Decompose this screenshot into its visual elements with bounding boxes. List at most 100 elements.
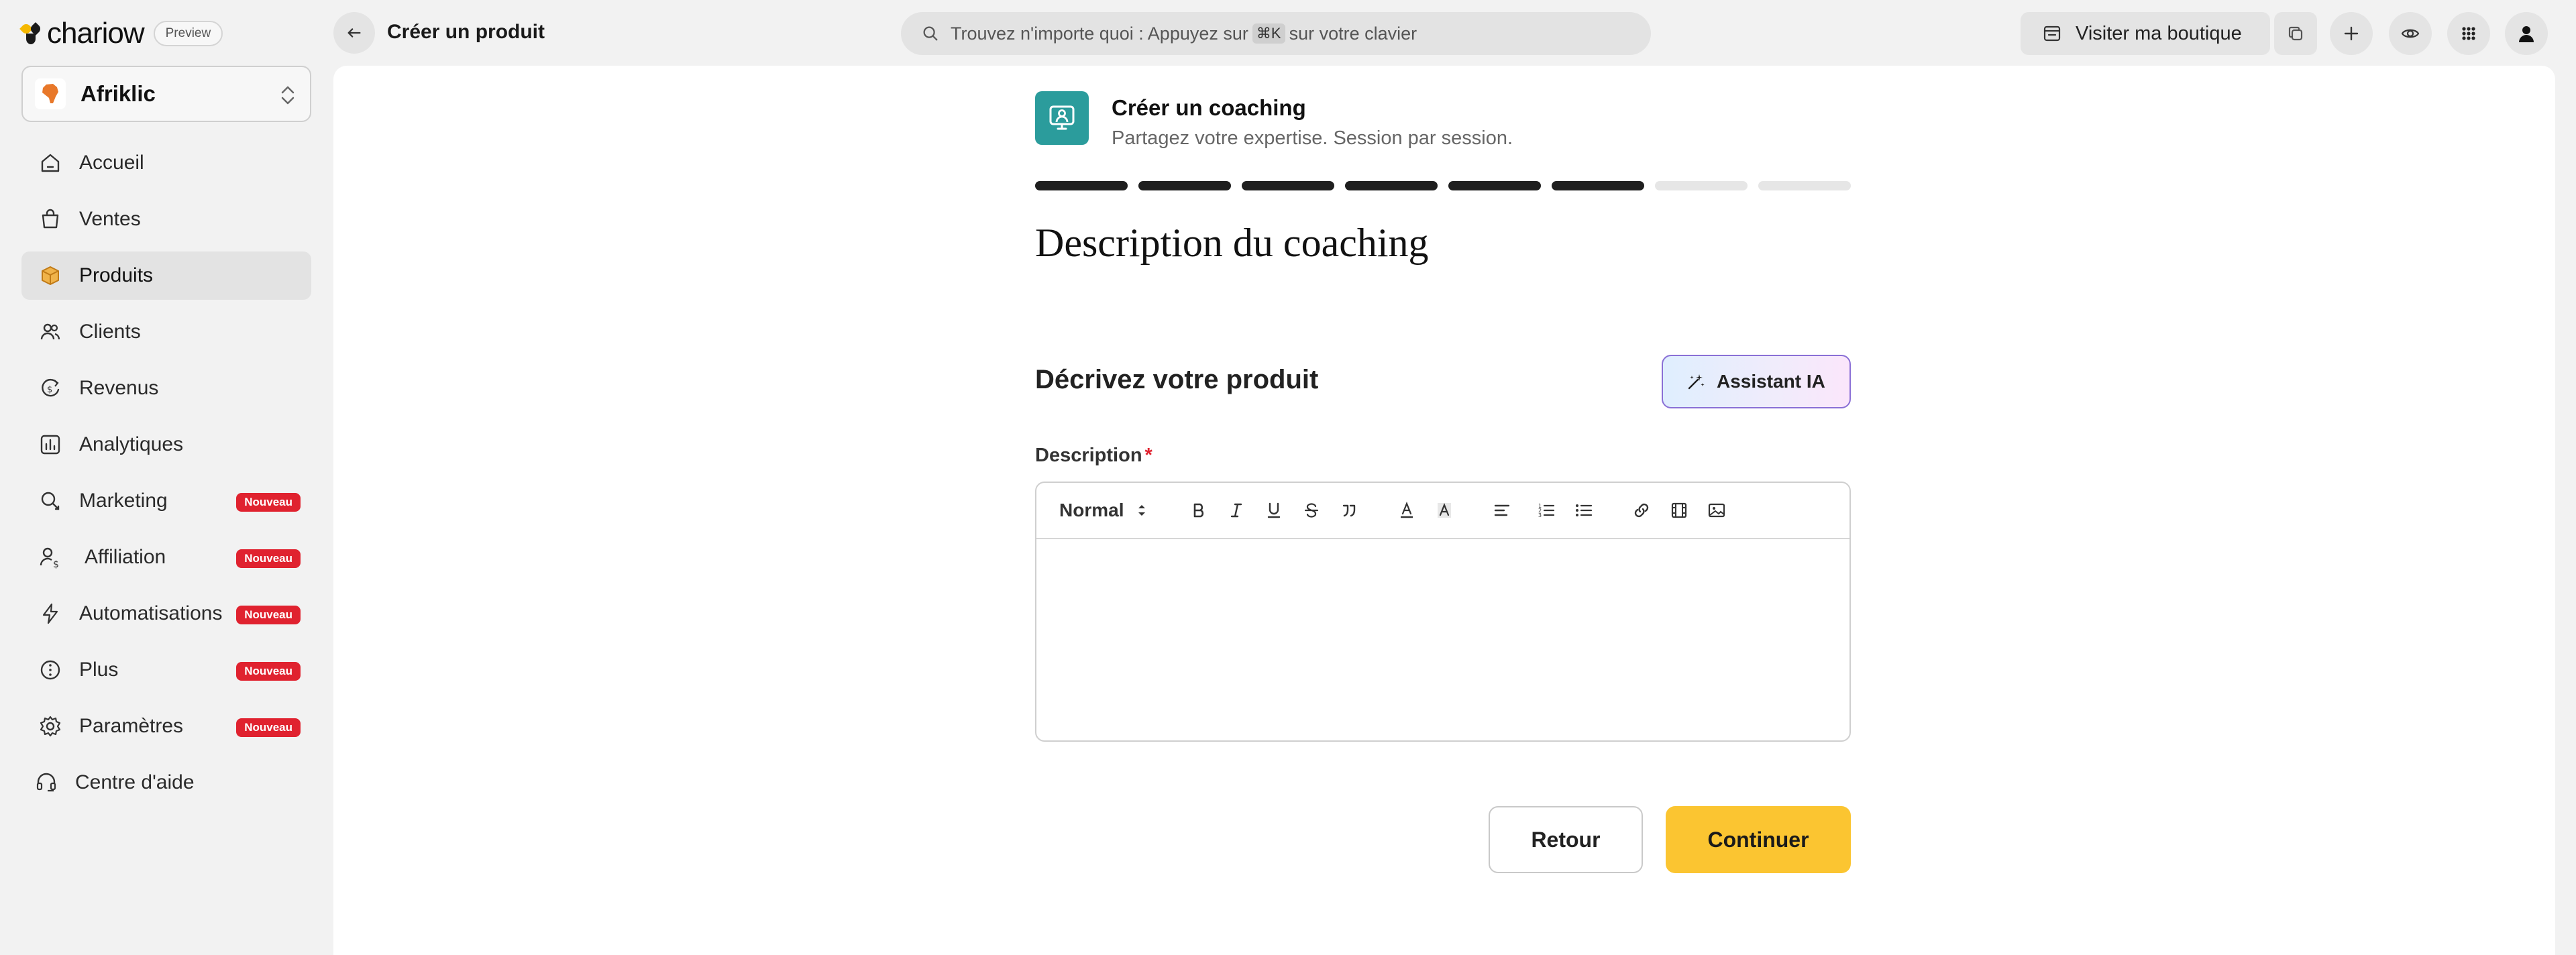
back-button[interactable] (333, 12, 375, 54)
sidebar-item-automatisations[interactable]: Automatisations Nouveau (21, 589, 311, 638)
ordered-list-button[interactable]: 123 (1527, 494, 1565, 527)
bold-button[interactable] (1180, 494, 1218, 527)
quote-icon (1342, 504, 1356, 517)
sidebar-item-affiliation[interactable]: $ Affiliation Nouveau (21, 533, 311, 581)
sidebar-item-revenus[interactable]: $ Revenus (21, 364, 311, 412)
sidebar-item-marketing[interactable]: Marketing Nouveau (21, 477, 311, 525)
link-button[interactable] (1623, 494, 1660, 527)
apps-button[interactable] (2447, 12, 2490, 55)
sidebar-item-label: Marketing (79, 490, 168, 512)
film-icon (1671, 502, 1687, 518)
progress-bar (1035, 181, 1851, 190)
top-bar: Créer un produit Trouvez n'importe quoi … (333, 0, 2576, 66)
description-label-text: Description (1035, 445, 1142, 466)
search-shortcut: ⌘K (1252, 23, 1285, 44)
shop-name: Afriklic (80, 81, 156, 106)
new-badge: Nouveau (236, 493, 301, 512)
bolt-icon (38, 601, 63, 626)
user-dollar-icon: $ (38, 545, 63, 570)
bullet-list-button[interactable] (1565, 494, 1603, 527)
progress-step-pending (1758, 181, 1851, 190)
dollar-refresh-icon: $ (38, 376, 63, 401)
video-button[interactable] (1660, 494, 1698, 527)
arrow-left-icon (347, 28, 361, 38)
coaching-icon (1035, 91, 1089, 145)
progress-step-complete (1448, 181, 1541, 190)
align-left-icon (1494, 504, 1510, 516)
continue-button[interactable]: Continuer (1666, 806, 1851, 873)
sidebar-item-label: Produits (79, 264, 154, 286)
add-button[interactable] (2330, 12, 2373, 55)
ai-assistant-button[interactable]: Assistant IA (1662, 355, 1851, 408)
headset-icon (34, 770, 59, 795)
sidebar-item-label: Affiliation (85, 546, 166, 568)
sidebar-item-label: Centre d'aide (75, 771, 195, 793)
wizard-subtitle: Partagez votre expertise. Session par se… (1112, 127, 1513, 149)
section-title: Description du coaching (1035, 221, 1429, 265)
underline-button[interactable] (1255, 494, 1293, 527)
profile-button[interactable] (2505, 12, 2548, 55)
copy-link-button[interactable] (2274, 12, 2317, 55)
svg-text:3: 3 (1538, 512, 1542, 518)
sidebar-item-centre-aide[interactable]: Centre d'aide (21, 759, 311, 807)
more-icon (38, 657, 63, 683)
sidebar-item-parametres[interactable]: Paramètres Nouveau (21, 702, 311, 750)
progress-step-complete (1345, 181, 1438, 190)
sidebar-item-label: Revenus (79, 377, 159, 399)
sidebar-item-label: Clients (79, 321, 141, 343)
chariow-logo-icon (19, 19, 42, 48)
image-button[interactable] (1698, 494, 1735, 527)
search-suffix: sur votre clavier (1289, 23, 1417, 44)
svg-text:$: $ (47, 385, 52, 395)
highlight-button[interactable] (1426, 494, 1463, 527)
sidebar-item-ventes[interactable]: Ventes (21, 195, 311, 243)
ordered-list-icon: 123 (1538, 503, 1555, 518)
plus-icon (2344, 26, 2359, 41)
wizard-title: Créer un coaching (1112, 95, 1306, 120)
sidebar-item-label: Automatisations (79, 602, 223, 624)
description-label: Description * (1035, 445, 1152, 467)
search-input[interactable]: Trouvez n'importe quoi : Appuyez sur ⌘K … (901, 12, 1651, 55)
sidebar-item-produits[interactable]: Produits (21, 251, 311, 300)
visit-shop-label: Visiter ma boutique (2076, 22, 2242, 44)
new-badge: Nouveau (236, 718, 301, 737)
quote-button[interactable] (1330, 494, 1368, 527)
page-title: Créer un produit (387, 21, 545, 43)
shop-avatar (35, 78, 66, 109)
chevron-up-down-icon (281, 86, 294, 105)
new-badge: Nouveau (236, 549, 301, 568)
copy-icon (2288, 26, 2303, 41)
underline-icon (1267, 502, 1281, 518)
sidebar-item-label: Analytiques (79, 433, 184, 455)
align-button[interactable] (1483, 494, 1521, 527)
shop-selector[interactable]: Afriklic (21, 66, 311, 122)
text-color-button[interactable] (1388, 494, 1426, 527)
required-mark: * (1144, 445, 1152, 466)
italic-button[interactable] (1218, 494, 1255, 527)
sidebar-item-clients[interactable]: Clients (21, 308, 311, 356)
sidebar-item-accueil[interactable]: Accueil (21, 139, 311, 187)
users-icon (38, 319, 63, 345)
search-icon (923, 26, 938, 41)
sidebar-item-plus[interactable]: Plus Nouveau (21, 646, 311, 694)
visit-shop-button[interactable]: Visiter ma boutique (2021, 12, 2270, 55)
strikethrough-button[interactable] (1293, 494, 1330, 527)
progress-step-complete (1035, 181, 1128, 190)
preview-badge: Preview (153, 21, 223, 46)
store-icon (2043, 25, 2061, 42)
format-select[interactable]: Normal (1059, 500, 1180, 521)
bar-chart-icon (38, 432, 63, 457)
sidebar-item-label: Plus (79, 659, 119, 681)
sidebar-nav: Accueil Ventes Produits Clients $ Revenu… (21, 139, 311, 815)
progress-step-complete (1138, 181, 1231, 190)
image-icon (1708, 503, 1725, 518)
bullet-list-icon (1576, 504, 1593, 516)
italic-icon (1230, 503, 1242, 518)
brand-logo[interactable]: chariow Preview (19, 17, 223, 50)
new-badge: Nouveau (236, 606, 301, 624)
back-step-button[interactable]: Retour (1489, 806, 1643, 873)
description-editor-body[interactable] (1036, 539, 1849, 740)
preview-button[interactable] (2389, 12, 2432, 55)
select-arrows-icon (1138, 505, 1146, 516)
sidebar-item-analytiques[interactable]: Analytiques (21, 420, 311, 469)
